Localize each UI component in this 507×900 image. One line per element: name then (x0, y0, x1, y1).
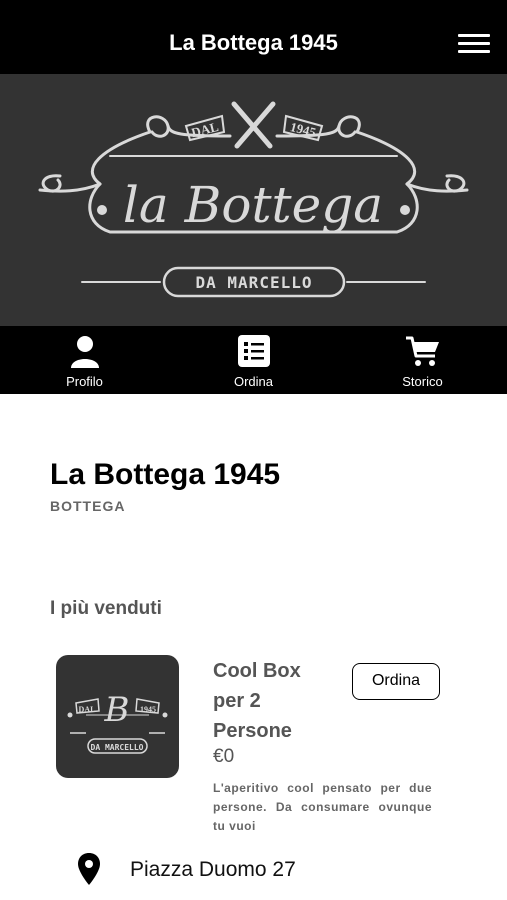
thumb-sub-text: DA MARCELLO (91, 743, 144, 752)
nav-item-ordina[interactable]: Ordina (169, 326, 338, 394)
order-button[interactable]: Ordina (352, 663, 440, 700)
app-header: La Bottega 1945 (0, 0, 507, 74)
brand-logo: DAL 1945 la Bottega DA MARCELLO (38, 101, 469, 298)
nav-item-profilo[interactable]: Profilo (0, 326, 169, 394)
hamburger-menu-icon[interactable] (458, 34, 490, 54)
best-sellers-title: I più venduti (50, 598, 162, 619)
location-pin-icon (78, 853, 100, 885)
thumb-dal-text: DAL (79, 705, 96, 714)
app-title: La Bottega 1945 (169, 30, 338, 55)
nav-item-storico[interactable]: Storico (338, 326, 507, 394)
cart-icon (405, 336, 439, 366)
list-icon (237, 335, 270, 367)
nav-label-profilo: Profilo (66, 374, 103, 389)
brand-banner: DAL 1945 la Bottega DA MARCELLO (0, 74, 507, 326)
bottom-nav: Profilo Ordina Storico (0, 326, 507, 394)
nav-label-ordina: Ordina (233, 374, 274, 389)
thumb-year-text: 1945 (140, 705, 156, 714)
store-name: La Bottega 1945 (50, 458, 281, 491)
product-thumbnail[interactable]: DAL B 1945 DA MARCELLO (56, 655, 179, 778)
product-name[interactable]: Cool Box per 2 Persone (213, 656, 323, 746)
product-description: L'aperitivo cool pensato per due persone… (213, 781, 432, 833)
logo-sub-text: DA MARCELLO (196, 273, 313, 292)
product-price: €0 (213, 746, 235, 767)
thumb-letter-text: B (104, 690, 130, 730)
logo-main-text: la Bottega (123, 176, 383, 234)
address-text: Piazza Duomo 27 (130, 858, 296, 881)
nav-label-storico: Storico (402, 374, 443, 389)
address-row[interactable]: Piazza Duomo 27 (76, 852, 496, 888)
store-type: BOTTEGA (50, 498, 126, 514)
person-icon (70, 336, 99, 368)
product-logo-image: DAL B 1945 DA MARCELLO (67, 690, 168, 754)
